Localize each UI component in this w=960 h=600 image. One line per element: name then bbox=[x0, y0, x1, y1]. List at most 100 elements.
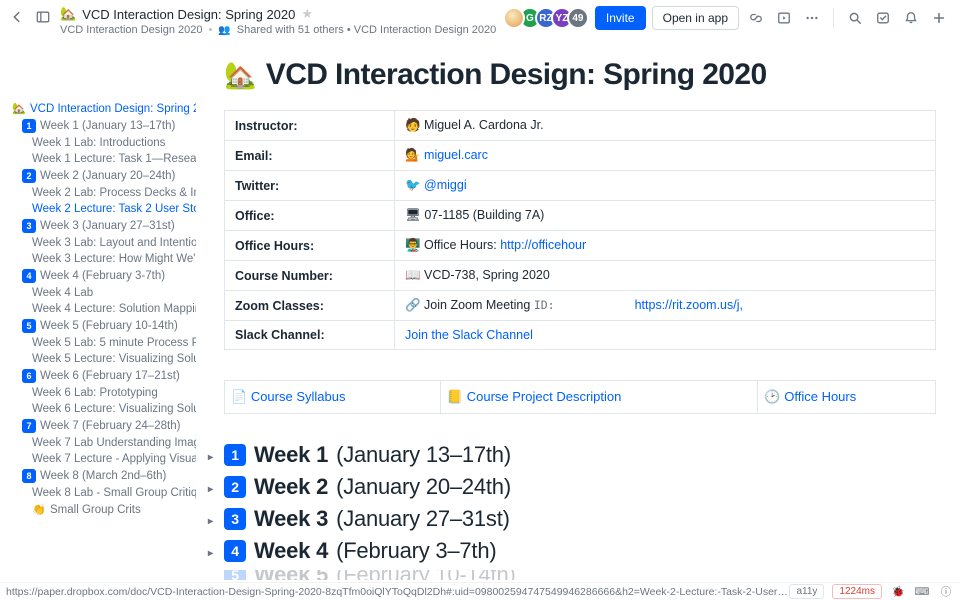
page-title[interactable]: 🏡 VCD Interaction Design: Spring 2020 bbox=[224, 54, 936, 110]
open-in-app-button[interactable]: Open in app bbox=[652, 6, 739, 30]
week-heading[interactable]: ▸3Week 3 (January 27–31st) bbox=[224, 506, 936, 532]
sidebar-item-label: Week 5 (February 10-14th) bbox=[40, 320, 178, 332]
sidebar-item[interactable]: 🏡 VCD Interaction Design: Spring 2020 bbox=[10, 100, 196, 117]
crumb-shared[interactable]: Shared with 51 others • VCD Interaction … bbox=[237, 24, 496, 36]
keyboard-icon[interactable]: ⌨ bbox=[914, 586, 930, 598]
sidebar-item[interactable]: Week 6 Lecture: Visualizing Solutions Pt… bbox=[10, 401, 196, 417]
sidebar-item-label: Week 8 (March 2nd–6th) bbox=[40, 470, 166, 482]
sidebar-item[interactable]: 4Week 4 (February 3-7th) bbox=[10, 267, 196, 285]
sidebar-item-label: Week 7 Lecture - Applying Visual Designs bbox=[32, 453, 196, 465]
week-number-badge: 3 bbox=[224, 508, 246, 530]
sidebar-item[interactable]: Week 1 Lecture: Task 1—Research & Disc… bbox=[10, 151, 196, 167]
sidebar-item[interactable]: 2 Week 2 (January 20–24th) bbox=[10, 167, 196, 185]
sidebar-item[interactable]: 👏Small Group Crits bbox=[10, 501, 196, 518]
week-number-icon: 2 bbox=[22, 169, 36, 183]
week-title: Week 2 bbox=[254, 474, 328, 500]
week-dates: (February 10-14th) bbox=[336, 570, 515, 580]
week-number-icon: 7 bbox=[22, 419, 36, 433]
sidebar-item[interactable]: 5Week 5 (February 10-14th) bbox=[10, 317, 196, 335]
sidebar-item-label: Week 1 (January 13–17th) bbox=[40, 120, 175, 132]
add-icon[interactable] bbox=[928, 7, 950, 29]
expand-triangle-icon[interactable]: ▸ bbox=[208, 484, 213, 495]
tasks-icon[interactable] bbox=[872, 7, 894, 29]
sidebar-emoji-icon: 👏 bbox=[32, 503, 46, 516]
invite-button[interactable]: Invite bbox=[595, 6, 646, 30]
a11y-chip[interactable]: a11y bbox=[789, 584, 824, 599]
sidebar-item-label: VCD Interaction Design: Spring 2020 bbox=[30, 103, 196, 115]
present-icon[interactable] bbox=[773, 7, 795, 29]
back-button[interactable] bbox=[6, 6, 28, 28]
doc-emoji: 🏡 bbox=[60, 6, 76, 22]
crumb-folder[interactable]: VCD Interaction Design 2020 bbox=[60, 24, 202, 36]
document-body[interactable]: 🏡 VCD Interaction Design: Spring 2020 In… bbox=[200, 40, 960, 582]
breadcrumb: VCD Interaction Design 2020 Shared with … bbox=[60, 24, 496, 36]
sidebar-item-label: Week 4 Lecture: Solution Mapping bbox=[32, 303, 196, 315]
sidebar-item[interactable]: Week 6 Lab: Prototyping bbox=[10, 385, 196, 401]
expand-triangle-icon[interactable]: ▸ bbox=[208, 516, 213, 527]
twitter-link[interactable]: 🐦 @miggi bbox=[405, 178, 467, 192]
week-number-icon: 1 bbox=[22, 119, 36, 133]
sidebar-item-label: Week 6 Lab: Prototyping bbox=[32, 387, 158, 399]
row-value: 🧑 Miguel A. Cardona Jr. bbox=[395, 111, 936, 141]
week-number-icon: 3 bbox=[22, 219, 36, 233]
sidebar-item[interactable]: 3Week 3 (January 27–31st) bbox=[10, 217, 196, 235]
sidebar-item[interactable]: Week 7 Lab Understanding Images and … bbox=[10, 435, 196, 451]
sidebar-item[interactable]: 7 Week 7 (February 24–28th) bbox=[10, 417, 196, 435]
star-icon[interactable]: ★ bbox=[301, 6, 313, 22]
doc-title[interactable]: VCD Interaction Design: Spring 2020 bbox=[82, 7, 295, 22]
week-heading[interactable]: ▸2Week 2 (January 20–24th) bbox=[224, 474, 936, 500]
sidebar-item[interactable]: 8Week 8 (March 2nd–6th) bbox=[10, 467, 196, 485]
sidebar-item[interactable]: Week 1 Lab: Introductions bbox=[10, 135, 196, 151]
sidebar-item-label: Week 1 Lecture: Task 1—Research & Disc… bbox=[32, 153, 196, 165]
sidebar-item[interactable]: 1 Week 1 (January 13–17th) bbox=[10, 117, 196, 135]
sidebar-toggle-icon[interactable] bbox=[32, 6, 54, 28]
syllabus-link[interactable]: 📄 Course Syllabus bbox=[225, 381, 441, 414]
sidebar-item-label: Week 2 Lab: Process Decks & Introductio… bbox=[32, 187, 196, 199]
sidebar-item[interactable]: Week 4 Lab bbox=[10, 285, 196, 301]
sidebar-item[interactable]: Week 4 Lecture: Solution Mapping bbox=[10, 301, 196, 317]
page-emoji: 🏡 bbox=[224, 60, 256, 91]
sidebar-item-label: Week 3 Lab: Layout and Intentionality in… bbox=[32, 237, 196, 249]
slack-link[interactable]: Join the Slack Channel bbox=[405, 328, 533, 342]
week-heading[interactable]: ▸5Week 5 (February 10-14th) bbox=[224, 570, 936, 580]
sidebar-item[interactable]: Week 5 Lecture: Visualizing Solutions bbox=[10, 351, 196, 367]
expand-triangle-icon[interactable]: ▸ bbox=[208, 548, 213, 559]
sidebar-item-label: Week 2 (January 20–24th) bbox=[40, 170, 175, 182]
expand-triangle-icon[interactable]: ▸ bbox=[208, 452, 213, 463]
avatar[interactable] bbox=[503, 7, 525, 29]
help-icon[interactable]: ⓘ bbox=[938, 584, 954, 599]
sidebar-item[interactable]: Week 8 Lab - Small Group Critiques & Di… bbox=[10, 485, 196, 501]
week-heading[interactable]: ▸4Week 4 (February 3–7th) bbox=[224, 538, 936, 564]
week-heading[interactable]: ▸1Week 1 (January 13–17th) bbox=[224, 442, 936, 468]
more-icon[interactable] bbox=[801, 7, 823, 29]
sidebar-item-label: Week 8 Lab - Small Group Critiques & Di… bbox=[32, 487, 196, 499]
sidebar-item[interactable]: Week 3 Lecture: How Might We's / Com… bbox=[10, 251, 196, 267]
sidebar-item[interactable]: Week 2 Lab: Process Decks & Introductio… bbox=[10, 185, 196, 201]
sidebar-item[interactable]: Week 2 Lecture: Task 2 User Storytelling bbox=[10, 201, 196, 217]
avatar-overflow[interactable]: 49 bbox=[567, 7, 589, 29]
sidebar-item[interactable]: Week 7 Lecture - Applying Visual Designs bbox=[10, 451, 196, 467]
project-desc-link[interactable]: 📒 Course Project Description bbox=[440, 381, 758, 414]
sidebar-item[interactable]: Week 5 Lab: 5 minute Process Presentati… bbox=[10, 335, 196, 351]
zoom-link[interactable]: https://rit.zoom.us/j, bbox=[635, 298, 743, 312]
week-number-badge: 5 bbox=[224, 570, 246, 580]
bug-icon[interactable]: 🐞 bbox=[890, 585, 906, 598]
sidebar-item[interactable]: 6Week 6 (February 17–21st) bbox=[10, 367, 196, 385]
week-number-icon: 4 bbox=[22, 269, 36, 283]
email-link[interactable]: 💁 miguel.carc bbox=[405, 148, 488, 162]
bell-icon[interactable] bbox=[900, 7, 922, 29]
week-title: Week 5 bbox=[254, 570, 328, 580]
week-number-badge: 2 bbox=[224, 476, 246, 498]
sidebar-item[interactable]: Week 3 Lab: Layout and Intentionality in… bbox=[10, 235, 196, 251]
presence-avatars[interactable]: G RZ YZ 49 bbox=[509, 7, 589, 29]
office-hours-tab[interactable]: 🕑 Office Hours bbox=[758, 381, 936, 414]
office-hours-link[interactable]: http://officehour bbox=[500, 238, 586, 252]
search-icon[interactable] bbox=[844, 7, 866, 29]
document-outline[interactable]: 🏡 VCD Interaction Design: Spring 2020 1 Wee… bbox=[0, 40, 200, 582]
week-dates: (January 27–31st) bbox=[336, 506, 510, 532]
link-icon[interactable] bbox=[745, 7, 767, 29]
sidebar-item-label: Week 7 Lab Understanding Images and … bbox=[32, 437, 196, 449]
timing-chip[interactable]: 1224ms bbox=[832, 584, 882, 599]
sidebar-emoji-icon: 🏡 bbox=[12, 102, 26, 115]
sidebar-item-label: Week 7 (February 24–28th) bbox=[40, 420, 180, 432]
